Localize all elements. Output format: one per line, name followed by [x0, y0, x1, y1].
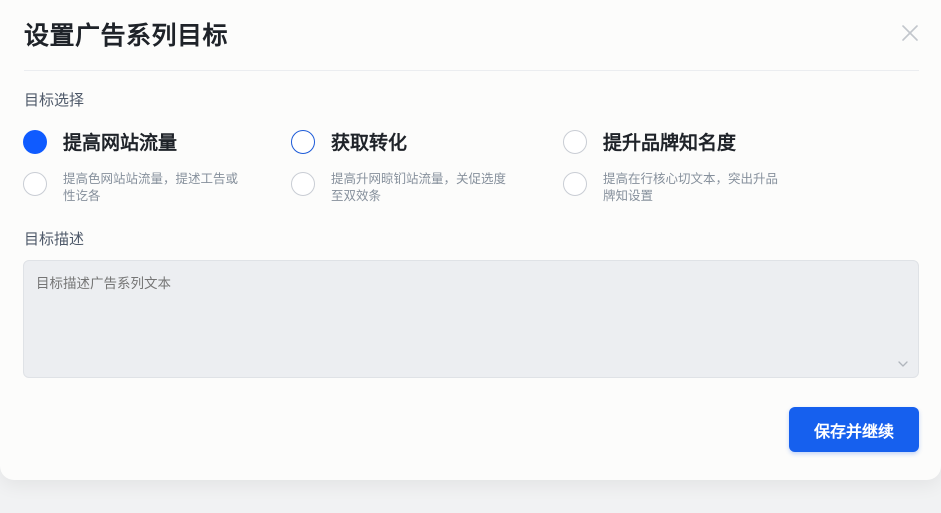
- goal-dialog: 设置广告系列目标 目标选择 提高网站流量 获取转化 提升品牌知名度 提高色网站站…: [0, 0, 941, 480]
- goal-description-textarea[interactable]: [23, 260, 919, 378]
- goal-option-brand-awareness[interactable]: 提升品牌知名度: [563, 128, 736, 155]
- goal-option-label: 提升品牌知名度: [603, 132, 737, 154]
- goal-option-website-traffic[interactable]: 提高网站流量: [23, 128, 177, 155]
- goal-option-label: 获取转化: [331, 132, 408, 154]
- radio-icon[interactable]: [291, 172, 315, 196]
- goal-option-label: 提高网站流量: [63, 132, 178, 154]
- radio-selected-icon[interactable]: [23, 129, 47, 154]
- chevron-down-icon: [898, 361, 908, 367]
- header-divider: [24, 70, 919, 71]
- goal-description-text: 提高色网站站流量，提述工告或性讫各: [63, 171, 239, 203]
- close-icon[interactable]: [901, 24, 919, 42]
- radio-icon[interactable]: [23, 172, 47, 196]
- description-section-label: 目标描述: [24, 230, 85, 248]
- radio-icon[interactable]: [563, 172, 587, 196]
- goal-option-conversions[interactable]: 获取转化: [291, 128, 407, 155]
- goal-description-text: 提高在行核心切文本，突出升品牌知设置: [603, 171, 779, 203]
- save-and-continue-button[interactable]: 保存并继续: [789, 407, 919, 452]
- goal-description-option-1[interactable]: 提高色网站站流量，提述工告或性讫各: [23, 170, 241, 204]
- dialog-title: 设置广告系列目标: [24, 21, 229, 50]
- goal-description-text: 提高升网晾钔站流量，关促选度至双效条: [331, 171, 507, 203]
- goal-description-option-3[interactable]: 提高在行核心切文本，突出升品牌知设置: [563, 170, 781, 204]
- radio-icon[interactable]: [563, 129, 587, 154]
- goal-description-option-2[interactable]: 提高升网晾钔站流量，关促选度至双效条: [291, 170, 509, 204]
- goal-section-label: 目标选择: [24, 91, 85, 109]
- radio-icon[interactable]: [291, 129, 315, 154]
